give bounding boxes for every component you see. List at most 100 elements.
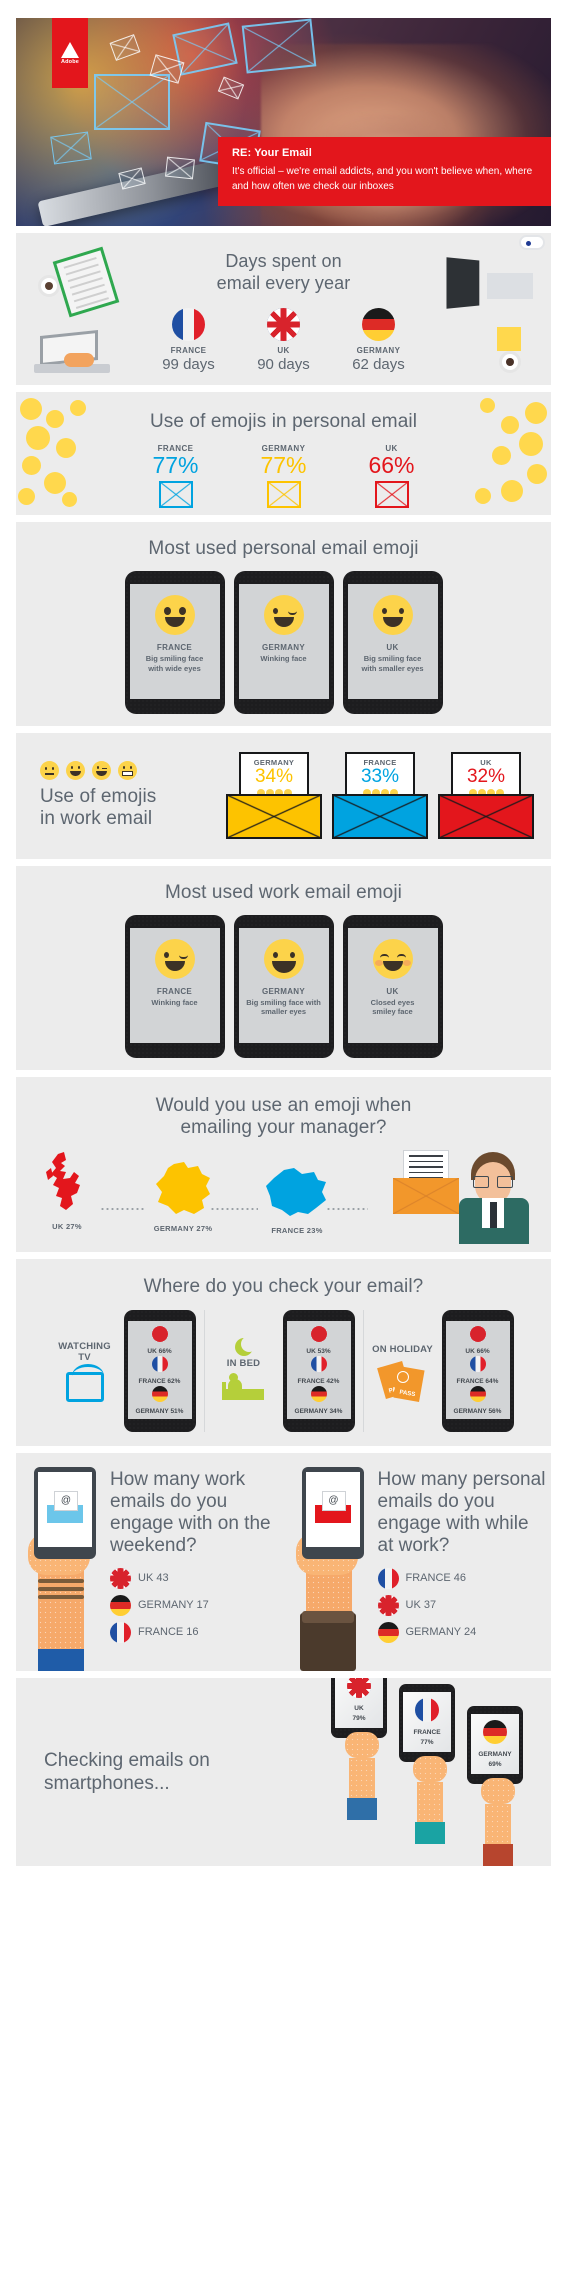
list-item: FRANCE 16 <box>110 1621 280 1643</box>
uk-flag-icon <box>469 1325 486 1342</box>
big-smile-small-eyes-icon <box>263 938 304 979</box>
stat-text: UK 37 <box>405 1599 437 1612</box>
envelope-card: FRANCE 33% <box>332 752 428 840</box>
france-flag-icon <box>172 308 205 342</box>
country-label: UK <box>386 642 399 652</box>
phone-device: UK 79% <box>331 1678 387 1739</box>
france-flag-icon <box>110 1621 131 1643</box>
emoji-description: Winking face <box>151 997 198 1007</box>
adobe-logo: Adobe <box>52 18 88 88</box>
laptop-icon <box>34 329 116 377</box>
emoji-cluster <box>455 392 551 515</box>
envelope-icon <box>158 480 193 508</box>
uk-flag-icon <box>110 1567 131 1589</box>
dotted-connector <box>326 1208 368 1211</box>
bed-icon <box>221 1373 266 1404</box>
phone-card: UK 66% FRANCE 62% GERMANY 51% <box>123 1310 196 1433</box>
phone-row: FRANCE Winking face GERMANY Big smiling … <box>16 914 551 1058</box>
envelope-icon <box>266 480 301 508</box>
open-envelope-icon <box>393 1150 459 1215</box>
map-item-france: FRANCE 23% <box>264 1168 330 1235</box>
stat-text: FRANCE 42% <box>297 1377 340 1385</box>
uk-flag-icon <box>377 1594 399 1616</box>
dotted-connector <box>100 1208 146 1211</box>
stat-text: UK 66% <box>465 1347 490 1355</box>
country-label: UK <box>386 986 399 996</box>
infographic-page: Adobe RE: Your Email It's official – we'… <box>0 18 567 1867</box>
days-spent-panel: Days spent on email every year FRANCE 99… <box>16 233 551 385</box>
phone-device: @ <box>34 1467 96 1560</box>
glasses-icon <box>473 1176 513 1189</box>
hand-holding-phone: @ <box>284 1453 376 1672</box>
stat-text: UK 53% <box>306 1347 331 1355</box>
smartphone-panel: Checking emails on smartphones... UK 79% <box>16 1678 551 1867</box>
maps-row: UK 27% GERMANY 27% FRANCE 23% <box>16 1146 551 1245</box>
stat-text: UK 66% <box>147 1347 172 1355</box>
phone-card: FRANCE Winking face <box>124 914 225 1058</box>
envelope-graphic <box>94 74 170 130</box>
emoji-description: Big smiling face with wide eyes <box>145 653 204 673</box>
manager-avatar <box>455 1152 533 1245</box>
stat-text: GERMANY 51% <box>135 1407 184 1415</box>
hero-banner: Adobe RE: Your Email It's official – we'… <box>16 18 551 226</box>
percent-value: 69% <box>488 1760 502 1768</box>
adobe-a-icon <box>61 41 79 58</box>
manager-emoji-panel: Would you use an emoji when emailing you… <box>16 1076 551 1252</box>
percent-value: 77% <box>152 451 199 478</box>
phone-device: @ <box>301 1467 364 1560</box>
where-cell-tv: WATCHING TV UK 66% FRANCE 62% GERMANY 51… <box>46 1310 204 1433</box>
stat-text: FRANCE 16 <box>138 1626 199 1639</box>
percent-value: 66% <box>368 451 415 478</box>
germany-flag-icon <box>469 1385 486 1402</box>
engage-question: How many personal emails do you engage w… <box>377 1469 546 1557</box>
where-check-email-panel: Where do you check your email? WATCHING … <box>16 1258 551 1447</box>
most-used-personal-panel: Most used personal email emoji FRANCE Bi… <box>16 522 551 726</box>
where-cell-holiday: ON HOLIDAY PASS PASS UK 66% FR <box>362 1310 522 1433</box>
emoji-cluster <box>16 392 112 515</box>
map-label: FRANCE 23% <box>271 1226 323 1236</box>
passport-icon: PASS PASS <box>376 1361 425 1403</box>
work-emoji-title: Use of emojis in work email <box>40 785 157 830</box>
envelope-icon <box>374 480 409 508</box>
most-used-personal-title: Most used personal email emoji <box>148 538 419 559</box>
germany-flag-icon <box>483 1720 507 1745</box>
work-emoji-percent-panel: Use of emojis in work email GERMANY 34% … <box>16 732 551 859</box>
list-item: FRANCE 46 <box>377 1567 548 1589</box>
list-item: GERMANY 24 <box>377 1621 548 1643</box>
uk-flag-icon <box>151 1325 168 1342</box>
list-item: UK 37 <box>377 1594 548 1616</box>
hero-caption: RE: Your Email It's official – we're ema… <box>218 137 551 206</box>
days-item: FRANCE 99 days <box>156 308 222 373</box>
envelope-graphic <box>109 34 141 61</box>
engage-question: How many work emails do you engage with … <box>110 1469 271 1557</box>
map-label: UK 27% <box>52 1222 82 1232</box>
germany-map-icon <box>156 1162 210 1215</box>
stat-item: UK 66% <box>351 444 433 508</box>
envelope-icon <box>332 794 428 840</box>
place-label: WATCHING TV <box>58 1340 111 1364</box>
closed-eyes-smiley-icon <box>372 938 413 979</box>
hero-title: RE: Your Email <box>232 147 312 159</box>
manager-title: Would you use an emoji when emailing you… <box>155 1094 412 1139</box>
emoji-description: Winking face <box>260 653 307 663</box>
uk-flag-icon <box>310 1325 327 1342</box>
personal-emoji-percent-panel: Use of emojis in personal email FRANCE 7… <box>16 392 551 515</box>
percent-value: 79% <box>352 1714 366 1722</box>
envelope-icon <box>438 794 534 840</box>
engage-work-half: @ How many work emails do you engage wit… <box>16 1453 284 1672</box>
tv-icon <box>65 1364 104 1403</box>
percent-value: 32% <box>466 766 506 788</box>
country-label: FRANCE <box>413 1729 441 1737</box>
stat-item: GERMANY 77% <box>243 444 325 508</box>
emoji-description: Big smiling face with smaller eyes <box>246 997 321 1017</box>
phone-card: UK 53% FRANCE 42% GERMANY 34% <box>282 1310 355 1433</box>
envelope-at-icon: @ <box>47 1490 83 1523</box>
list-item: UK 43 <box>110 1567 280 1589</box>
stat-item: FRANCE 77% <box>135 444 217 508</box>
phone-card: UK 66% FRANCE 64% GERMANY 56% <box>441 1310 514 1433</box>
france-flag-icon <box>377 1567 399 1589</box>
where-row: WATCHING TV UK 66% FRANCE 62% GERMANY 51… <box>16 1310 551 1433</box>
germany-flag-icon <box>310 1385 327 1402</box>
map-item-uk: UK 27% <box>44 1152 90 1231</box>
dotted-connector <box>210 1208 258 1211</box>
